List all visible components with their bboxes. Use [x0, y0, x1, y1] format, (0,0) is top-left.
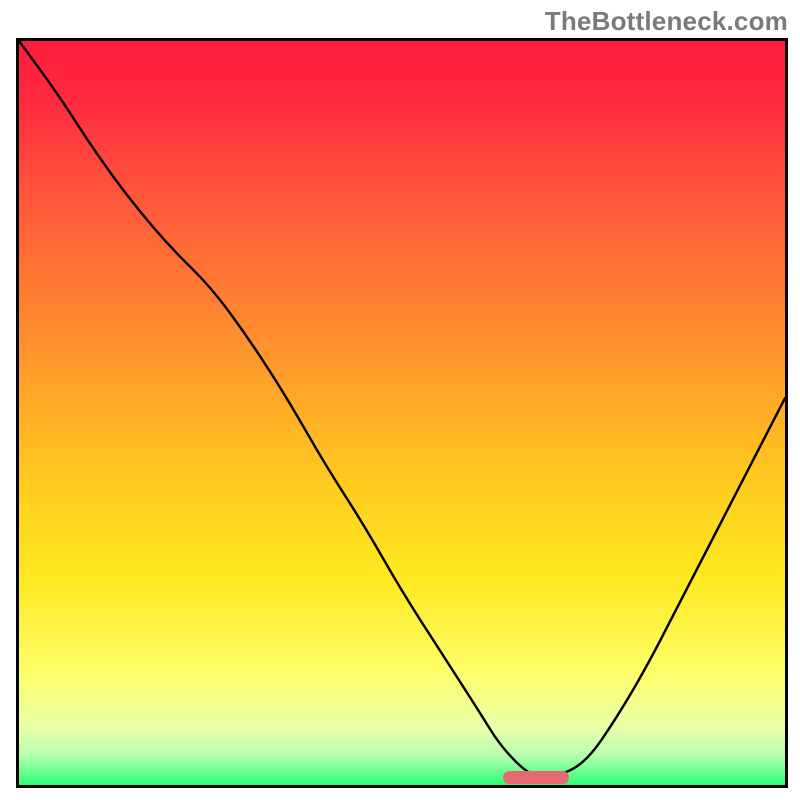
plot-frame — [16, 38, 788, 788]
watermark-text: TheBottleneck.com — [545, 6, 788, 37]
optimal-marker — [503, 771, 568, 784]
gradient-background — [19, 41, 785, 785]
chart-stage: TheBottleneck.com — [0, 0, 800, 800]
plot-area — [19, 41, 785, 785]
